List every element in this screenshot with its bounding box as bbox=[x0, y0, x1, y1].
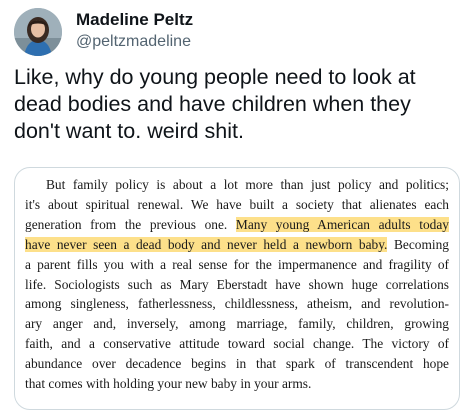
tweet-text: Like, why do young people need to look a… bbox=[14, 65, 416, 143]
excerpt-line: But family policy is about a lot more th… bbox=[46, 177, 449, 192]
excerpt-line: a parent fills you with a real sense for… bbox=[25, 256, 449, 272]
highlighted-text: Many young American adults today bbox=[235, 216, 449, 232]
excerpt-line: it's about spiritual renewal. We have bu… bbox=[25, 196, 449, 212]
excerpt-line: that comes with holding your new baby in… bbox=[25, 376, 312, 392]
excerpt-line: ary anger and, inversely, among marriage… bbox=[25, 316, 449, 332]
excerpt-line: abundance over decadence begins in that … bbox=[25, 356, 449, 372]
excerpt-line: generation from the previous one. Many y… bbox=[25, 216, 449, 232]
excerpt-line: have never seen a dead body and never he… bbox=[25, 236, 449, 252]
attached-image[interactable]: But family policy is about a lot more th… bbox=[14, 167, 460, 410]
profile-photo-icon bbox=[14, 8, 62, 56]
book-excerpt: But family policy is about a lot more th… bbox=[25, 175, 449, 394]
author-handle[interactable]: @peltzmadeline bbox=[76, 33, 191, 51]
excerpt-line: life. Sociologists such as Mary Eberstad… bbox=[25, 276, 449, 292]
highlighted-text: have never seen a dead body and never he… bbox=[25, 236, 388, 252]
author-name[interactable]: Madeline Peltz bbox=[76, 10, 193, 30]
tweet-header: Madeline Peltz @peltzmadeline bbox=[14, 6, 460, 58]
excerpt-line: among singleness, fatherlessness, childl… bbox=[25, 296, 449, 312]
excerpt-line: faith, and a conservative attitude towar… bbox=[25, 336, 449, 352]
avatar[interactable] bbox=[14, 8, 62, 56]
